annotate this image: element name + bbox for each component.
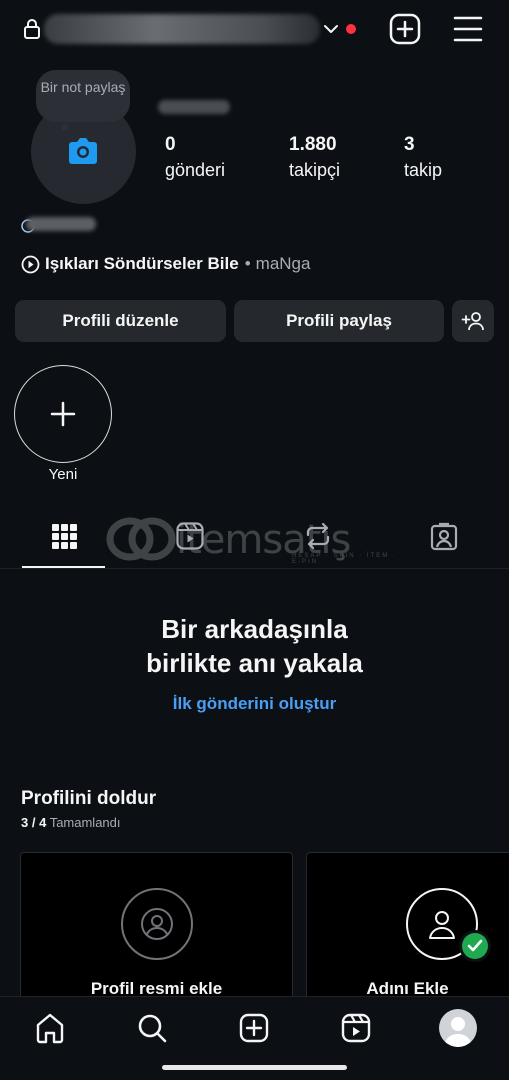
empty-state-title-line2: birlikte anı yakala: [146, 648, 363, 678]
plus-icon: [50, 401, 76, 427]
watermark: itemsatış HESAP · SKIN · İTEM · E-PIN: [106, 515, 406, 565]
checkmark-icon: [462, 933, 488, 959]
complete-profile-progress: 3 / 4 Tamamlandı: [21, 815, 121, 830]
home-icon[interactable]: [34, 1012, 66, 1044]
profile-avatar-nav[interactable]: [439, 1009, 477, 1047]
reels-icon[interactable]: [340, 1012, 372, 1044]
stat-following-label: takip: [404, 160, 443, 180]
stat-posts[interactable]: 0 gönderi: [165, 133, 225, 183]
stat-followers[interactable]: 1.880 takipçi: [289, 133, 340, 183]
plus-square-icon[interactable]: [389, 13, 421, 45]
create-icon[interactable]: [238, 1012, 270, 1044]
profile-music[interactable]: Işıkları Söndürseler Bile • maNga: [21, 252, 310, 276]
username-redacted[interactable]: [44, 14, 320, 44]
tab-reposts-icon[interactable]: [304, 520, 332, 552]
empty-state-title-line1: Bir arkadaşınla: [161, 614, 348, 644]
progress-label: Tamamlandı: [49, 815, 121, 830]
share-profile-button[interactable]: Profili paylaş: [234, 300, 444, 342]
note-bubble[interactable]: Bir not paylaş: [36, 70, 130, 122]
stat-followers-value: 1.880: [289, 134, 337, 155]
lock-icon: [24, 19, 40, 39]
progress-count: 3 / 4: [21, 815, 47, 830]
note-tail: [61, 124, 68, 131]
music-separator: •: [244, 254, 251, 273]
notification-dot: [346, 24, 356, 34]
edit-profile-button[interactable]: Profili düzenle: [15, 300, 226, 342]
user-icon: [429, 911, 455, 939]
stat-posts-label: gönderi: [165, 160, 226, 180]
stat-following-value: 3: [404, 134, 415, 155]
create-first-post-link[interactable]: İlk gönderini oluştur: [0, 694, 509, 714]
song-artist: maNga: [255, 254, 311, 273]
tab-reels-icon[interactable]: [176, 520, 204, 552]
default-avatar-icon: [444, 1017, 472, 1047]
new-highlight-label: Yeni: [48, 466, 78, 483]
chevron-down-icon[interactable]: [323, 22, 339, 36]
camera-icon[interactable]: [66, 136, 100, 166]
song-title: Işıkları Söndürseler Bile: [45, 254, 239, 273]
add-person-icon: [461, 312, 484, 331]
menu-icon[interactable]: [452, 14, 484, 44]
search-icon[interactable]: [136, 1012, 168, 1044]
empty-state-title: Bir arkadaşınla birlikte anı yakala: [0, 612, 509, 680]
display-name-redacted: [158, 100, 230, 114]
stat-followers-label: takipçi: [289, 160, 341, 180]
tab-grid-icon[interactable]: [50, 520, 78, 552]
watermark-logo-icon: [106, 517, 176, 561]
discover-people-button[interactable]: [452, 300, 494, 342]
tab-tagged-icon[interactable]: [430, 520, 458, 552]
stat-posts-value: 0: [165, 134, 176, 155]
play-circle-icon: [21, 255, 40, 273]
tabs-divider: [0, 568, 509, 569]
stat-following[interactable]: 3 takip: [404, 133, 442, 183]
watermark-subtext: HESAP · SKIN · İTEM · E-PIN: [292, 553, 397, 565]
threads-handle-redacted[interactable]: [26, 217, 96, 231]
home-indicator: [162, 1065, 347, 1070]
user-circle-icon: [141, 908, 173, 940]
complete-profile-title: Profilini doldur: [21, 788, 157, 809]
